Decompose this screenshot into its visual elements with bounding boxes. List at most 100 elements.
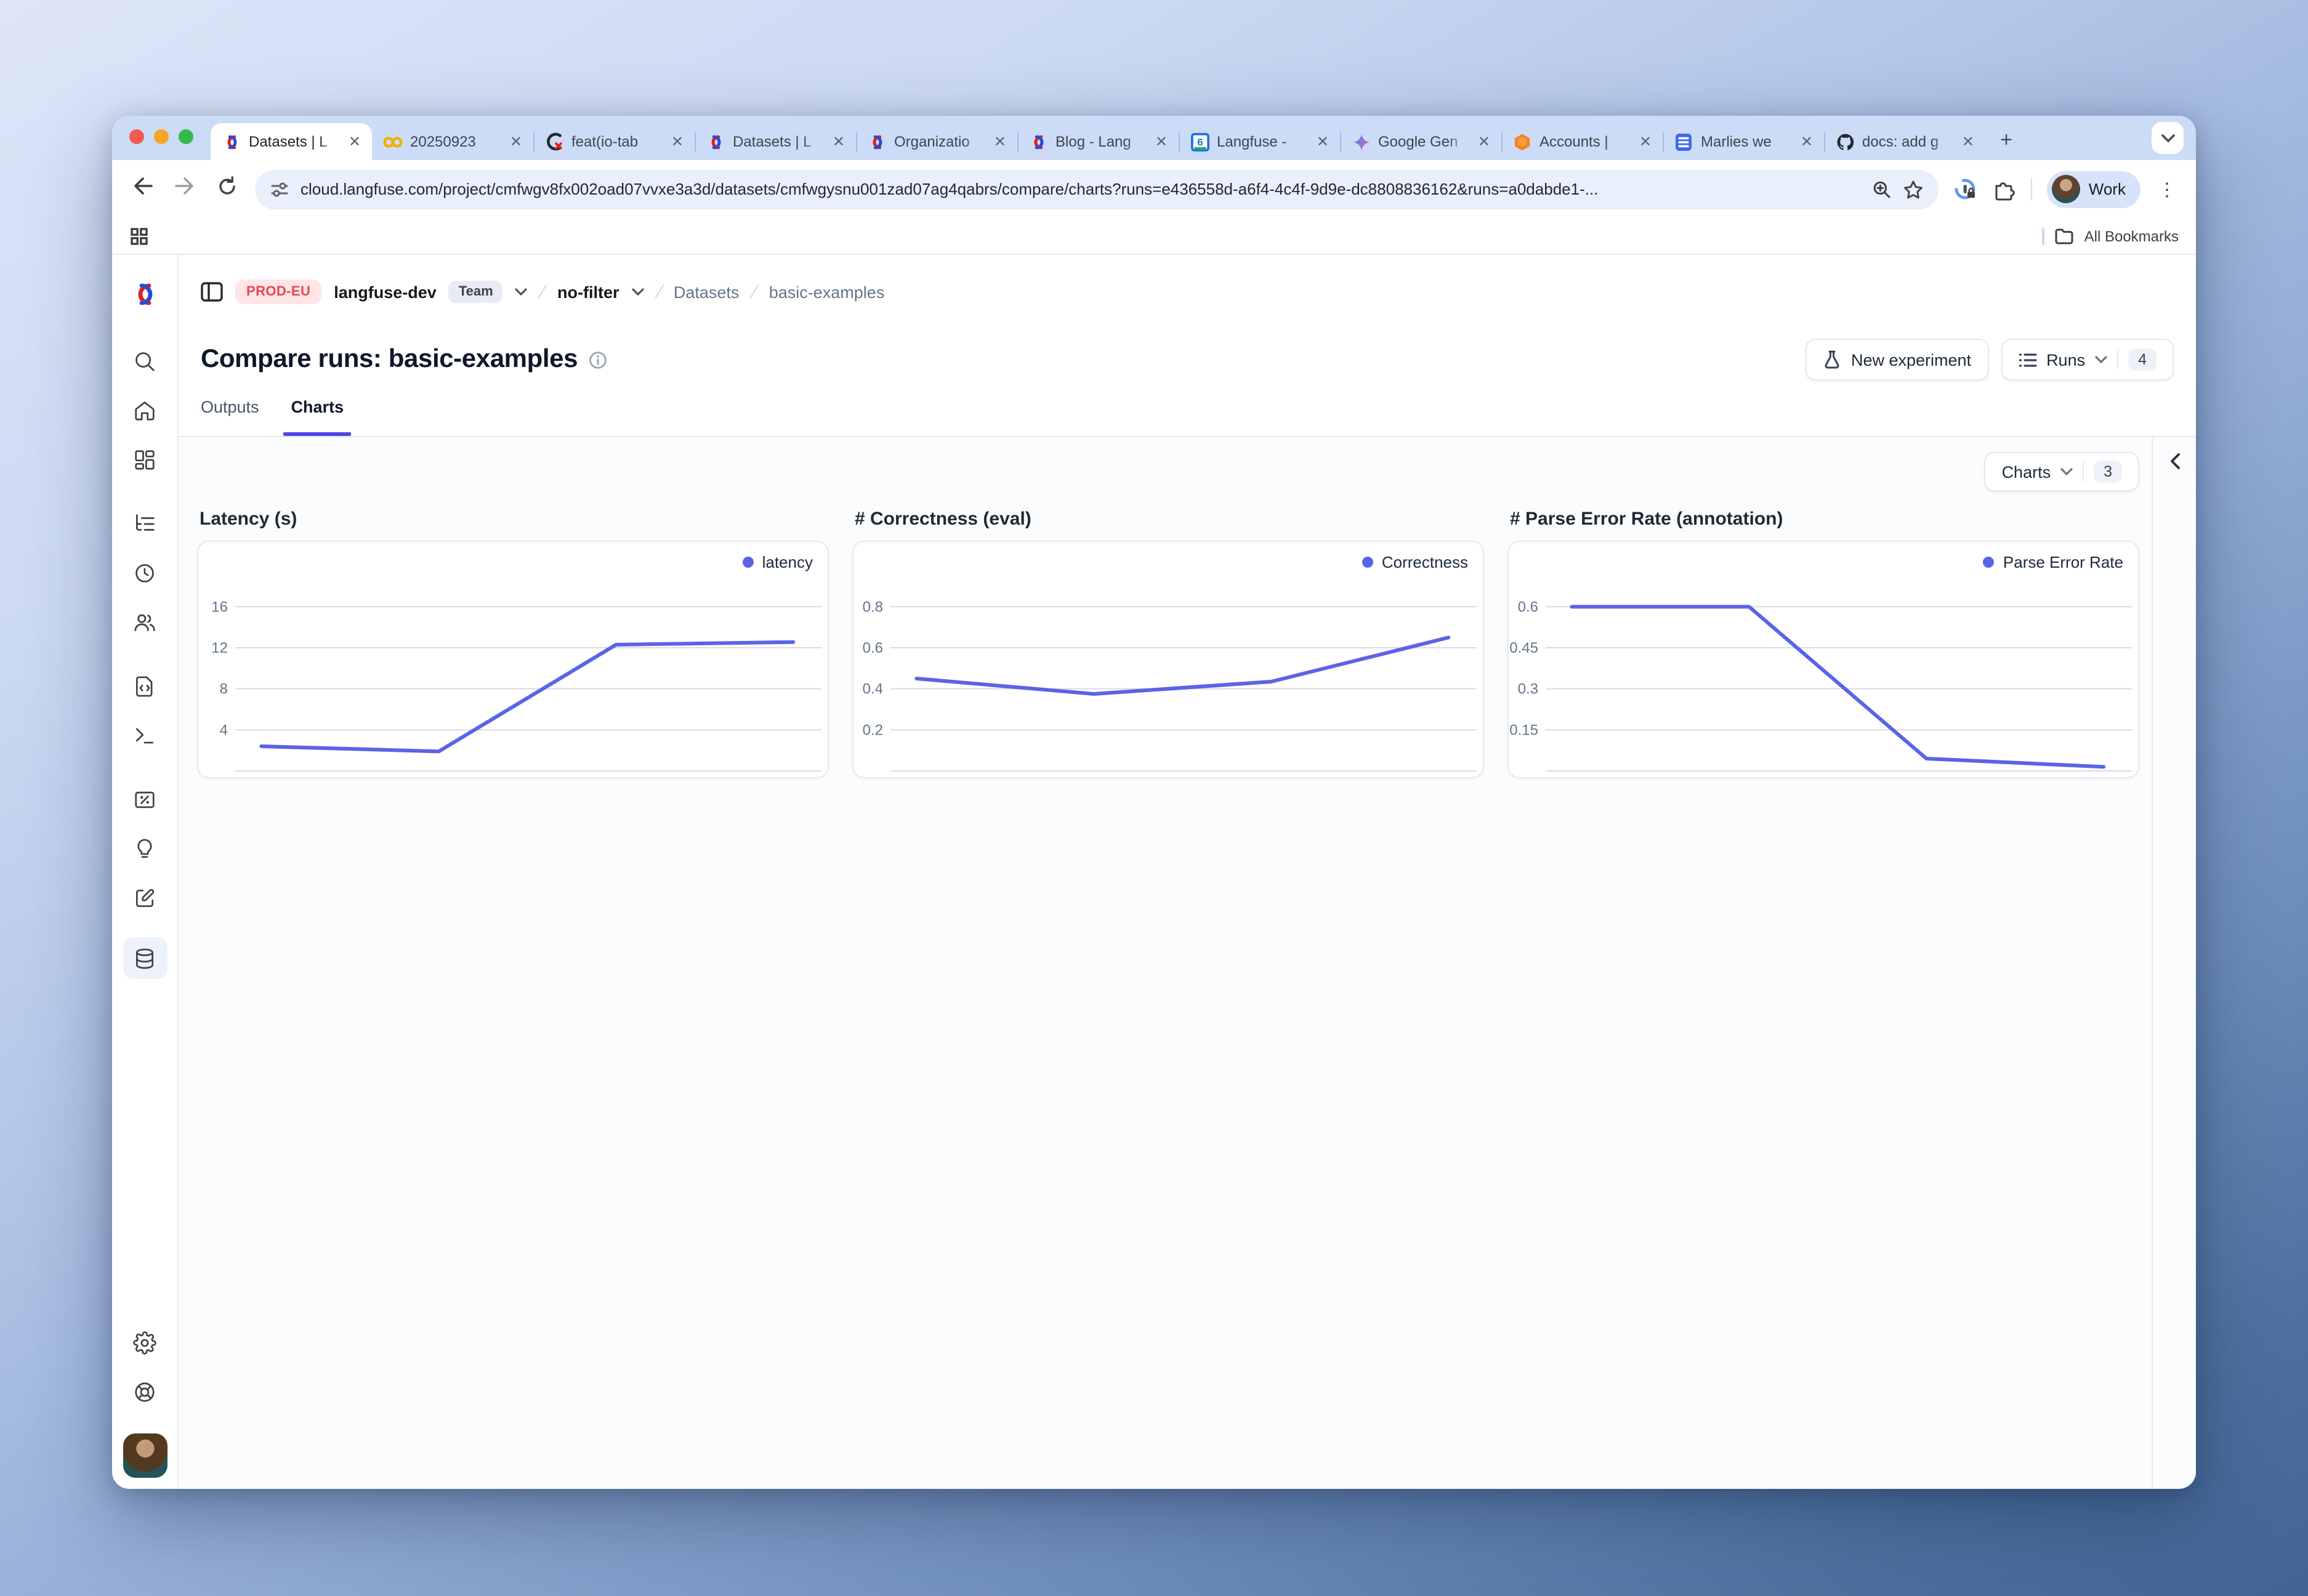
sidebar-item-annotation[interactable]	[123, 873, 167, 922]
maximize-window-button[interactable]	[179, 129, 193, 144]
page-title: Compare runs: basic-examples	[201, 345, 578, 374]
chart-title: # Parse Error Rate (annotation)	[1510, 509, 2139, 530]
browser-tab[interactable]: 6Langfuse -✕	[1179, 123, 1340, 160]
close-tab-icon[interactable]: ✕	[1959, 133, 1977, 150]
charts-chevron-icon	[2060, 468, 2073, 475]
browser-tab[interactable]: Accounts |✕	[1501, 123, 1663, 160]
site-settings-icon[interactable]	[270, 179, 289, 199]
tab-outputs[interactable]: Outputs	[201, 390, 259, 436]
close-tab-icon[interactable]: ✕	[1314, 133, 1331, 150]
apps-grid-icon[interactable]	[129, 226, 149, 246]
toolbar-separator	[2031, 178, 2032, 200]
chart-legend: Parse Error Rate	[1983, 553, 2123, 571]
close-tab-icon[interactable]: ✕	[1153, 133, 1170, 150]
browser-menu-kebab-icon[interactable]: ⋮	[2155, 178, 2179, 200]
project-chevron-icon[interactable]	[632, 288, 644, 296]
new-experiment-button[interactable]: New experiment	[1806, 339, 1988, 381]
sidebar-item-evaluation[interactable]	[123, 775, 167, 824]
browser-tab[interactable]: Marlies we✕	[1663, 123, 1824, 160]
window-controls	[129, 116, 193, 160]
info-icon[interactable]	[589, 350, 607, 369]
sidebar-item-search[interactable]	[123, 336, 167, 385]
sidebar-item-prompts[interactable]	[123, 661, 167, 711]
browser-tab[interactable]: Datasets | L✕	[695, 123, 856, 160]
browser-profile-chip[interactable]: Work	[2047, 171, 2141, 208]
minimize-window-button[interactable]	[154, 129, 169, 144]
tab-title: Organizatio	[894, 133, 984, 150]
password-manager-extension-icon[interactable]	[1953, 177, 1978, 201]
browser-tab[interactable]: docs: add g✕	[1824, 123, 1985, 160]
charts-dropdown-button[interactable]: Charts 3	[1985, 452, 2139, 491]
sidebar-item-settings[interactable]	[123, 1318, 167, 1367]
list-icon	[2018, 352, 2036, 368]
extensions-puzzle-icon[interactable]	[1993, 177, 2016, 201]
close-tab-icon[interactable]: ✕	[669, 133, 686, 150]
reload-button[interactable]	[213, 175, 240, 203]
sidebar-item-dashboards[interactable]	[123, 435, 167, 484]
runs-dropdown-button[interactable]: Runs 4	[2001, 339, 2174, 381]
browser-tab[interactable]: Organizatio ✕	[856, 123, 1017, 160]
browser-tab[interactable]: Datasets | L✕	[211, 123, 372, 160]
prompts-icon	[133, 674, 156, 698]
close-tab-icon[interactable]: ✕	[991, 133, 1009, 150]
tab-charts[interactable]: Charts	[291, 390, 344, 436]
all-bookmarks-label[interactable]: All Bookmarks	[2084, 227, 2179, 244]
close-tab-icon[interactable]: ✕	[346, 133, 363, 150]
bookmark-star-icon[interactable]	[1903, 179, 1924, 199]
legend-label: latency	[762, 553, 813, 571]
chart-legend: latency	[743, 553, 813, 571]
chart-block: # Correctness (eval)Correctness0.20.40.6…	[852, 494, 1484, 778]
langfuse-logo[interactable]	[130, 280, 159, 309]
sidebar-item-playground[interactable]	[123, 711, 167, 760]
url-text[interactable]: cloud.langfuse.com/project/cmfwgv8fx002o…	[301, 180, 1861, 198]
langfuse-favicon-icon	[867, 132, 887, 151]
browser-tab[interactable]: Google Gen ✕	[1340, 123, 1501, 160]
browser-toolbar: cloud.langfuse.com/project/cmfwgv8fx002o…	[112, 160, 2196, 218]
chart-card[interactable]: Correctness0.20.40.60.8	[852, 541, 1484, 778]
zoom-icon[interactable]	[1872, 179, 1892, 199]
chart-card[interactable]: Parse Error Rate0.150.30.450.6	[1507, 541, 2139, 778]
sidebar-item-home[interactable]	[123, 385, 167, 435]
llm-judge-icon	[133, 837, 156, 860]
charts-grid: Latency (s)latency481216# Correctness (e…	[179, 491, 2196, 778]
app-sidebar	[112, 255, 179, 1488]
breadcrumb-datasets-link[interactable]: Datasets	[674, 283, 740, 301]
browser-tab[interactable]: feat(io-tab✕	[533, 123, 695, 160]
user-avatar[interactable]	[123, 1433, 167, 1478]
chart-card[interactable]: latency481216	[197, 541, 829, 778]
organization-name[interactable]: langfuse-dev	[334, 283, 437, 301]
svg-text:0.6: 0.6	[863, 640, 883, 656]
sidebar-item-sessions[interactable]	[123, 548, 167, 597]
sidebar-item-support[interactable]	[123, 1367, 167, 1416]
close-tab-icon[interactable]: ✕	[830, 133, 847, 150]
tab-title: Google Gen	[1378, 133, 1468, 150]
org-role-badge: Team	[449, 281, 503, 303]
close-window-button[interactable]	[129, 129, 144, 144]
panel-toggle-icon[interactable]	[201, 282, 223, 302]
new-tab-button[interactable]: +	[1990, 124, 2022, 156]
tab-search-chevron-button[interactable]	[2152, 122, 2184, 154]
runs-count-badge: 4	[2128, 349, 2157, 371]
back-button[interactable]	[129, 176, 156, 202]
browser-tab[interactable]: Blog - Lang✕	[1017, 123, 1179, 160]
breadcrumb-dataset-item[interactable]: basic-examples	[769, 283, 885, 301]
colab-favicon-icon	[383, 132, 403, 151]
evaluation-icon	[133, 788, 156, 811]
forward-button[interactable]	[171, 176, 198, 202]
sidebar-item-users[interactable]	[123, 597, 167, 647]
project-name[interactable]: no-filter	[557, 283, 619, 301]
bookmarks-separator	[2043, 227, 2045, 244]
sidebar-item-datasets[interactable]	[123, 937, 167, 979]
close-tab-icon[interactable]: ✕	[1637, 133, 1654, 150]
langfuse-favicon-icon	[706, 132, 725, 151]
org-chevron-icon[interactable]	[515, 288, 528, 296]
close-tab-icon[interactable]: ✕	[1798, 133, 1815, 150]
collapse-panel-chevron[interactable]	[2165, 453, 2184, 469]
address-bar[interactable]: cloud.langfuse.com/project/cmfwgv8fx002o…	[255, 169, 1939, 209]
close-tab-icon[interactable]: ✕	[1475, 133, 1493, 150]
browser-tab[interactable]: 20250923✕	[372, 123, 533, 160]
sidebar-item-tracing[interactable]	[123, 499, 167, 548]
sidebar-item-llm-judge[interactable]	[123, 824, 167, 873]
langfuse-app: PROD-EU langfuse-dev Team / no-filter / …	[112, 255, 2196, 1488]
close-tab-icon[interactable]: ✕	[507, 133, 525, 150]
